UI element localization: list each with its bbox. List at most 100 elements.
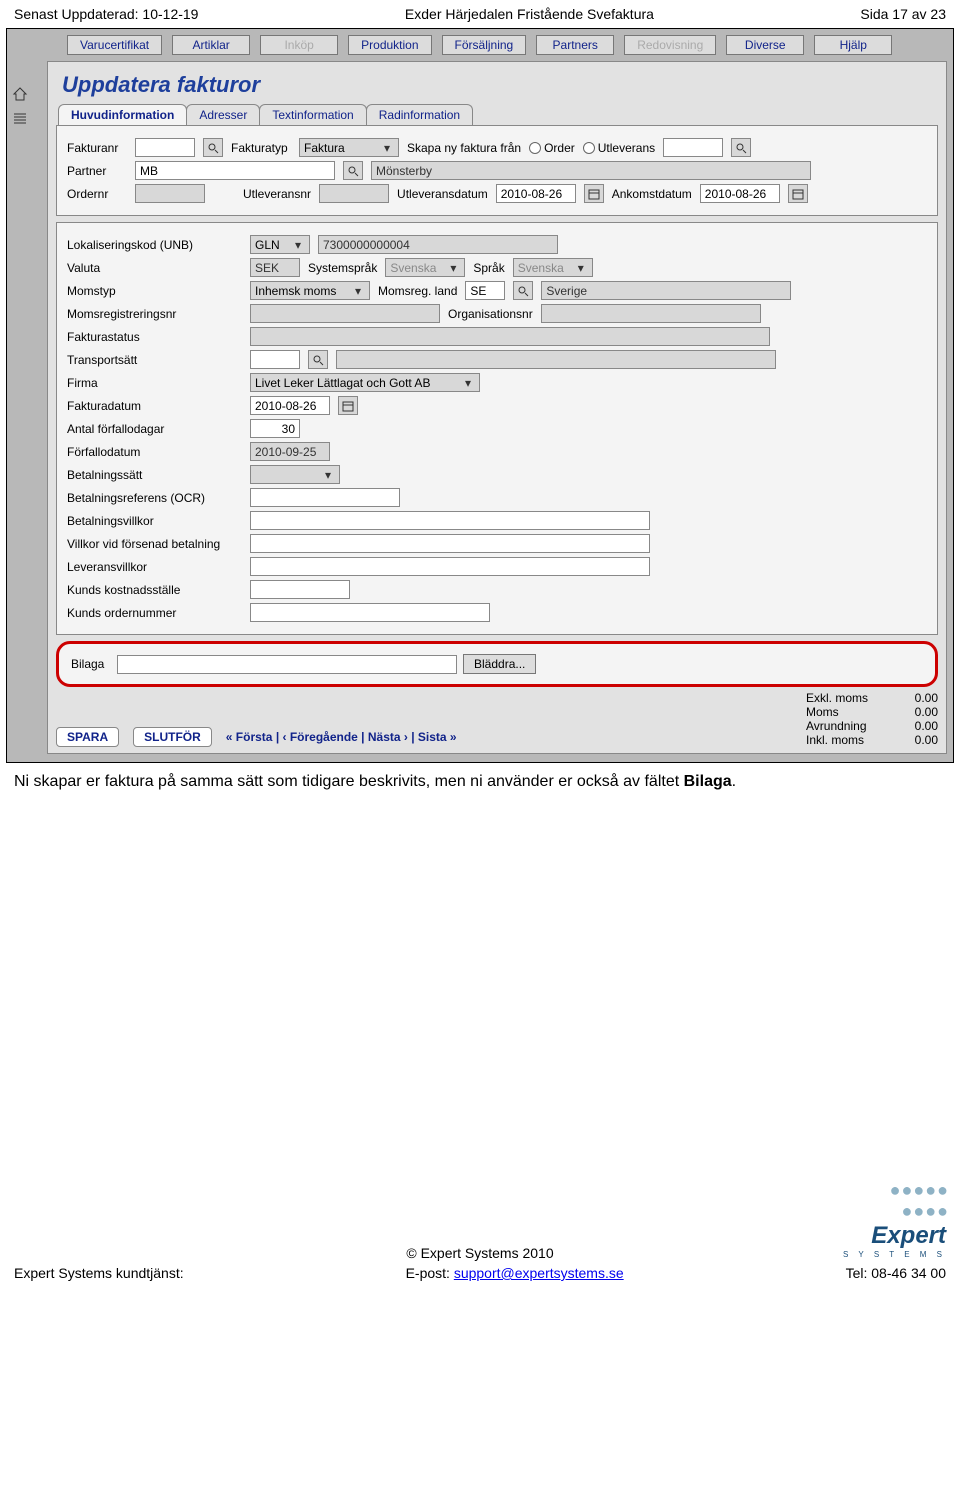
- partner-label: Partner: [67, 164, 127, 178]
- calendar-icon[interactable]: [788, 184, 808, 203]
- momsreg-land-input[interactable]: [465, 281, 505, 300]
- expert-logo: ● ● ● ● ● ● ● ● ● Expert S Y S T E M S: [843, 1180, 946, 1259]
- fakturadatum-label: Fakturadatum: [67, 399, 242, 413]
- spr-label: Språk: [473, 261, 504, 275]
- tab-adresser[interactable]: Adresser: [186, 104, 260, 125]
- betvill-input[interactable]: [250, 511, 650, 530]
- sysspr-label: Systemspråk: [308, 261, 377, 275]
- menu-hjalp[interactable]: Hjälp: [814, 35, 892, 55]
- content-area: Uppdatera fakturor Huvudinformation Adre…: [47, 61, 947, 754]
- exkl-value: 0.00: [902, 691, 938, 705]
- menu-redovisning: Redovisning: [624, 35, 716, 55]
- bilaga-panel: Bilaga Bläddra...: [56, 641, 938, 687]
- utleveransdatum-input[interactable]: [496, 184, 576, 203]
- radio-order[interactable]: Order: [529, 141, 575, 155]
- utleveransnr-label: Utleveransnr: [243, 187, 311, 201]
- ny-fran-input[interactable]: [663, 138, 723, 157]
- footer-mid: E-post: support@expertsystems.se: [406, 1265, 624, 1281]
- ocr-label: Betalningsreferens (OCR): [67, 491, 242, 505]
- forsenad-input[interactable]: [250, 534, 650, 553]
- partner-input[interactable]: [135, 161, 335, 180]
- momsreg-land-label: Momsreg. land: [378, 284, 457, 298]
- spara-button[interactable]: SPARA: [56, 727, 119, 747]
- slutfor-button[interactable]: SLUTFÖR: [133, 727, 212, 747]
- moms-label: Moms: [806, 705, 894, 719]
- copyright: © Expert Systems 2010: [14, 1245, 946, 1261]
- sidebar-icons: [12, 86, 28, 130]
- ordernr-label: Ordernr: [67, 187, 127, 201]
- antal-label: Antal förfallodagar: [67, 422, 242, 436]
- calendar-icon[interactable]: [584, 184, 604, 203]
- momsreg-land-name: [541, 281, 791, 300]
- tab-textinformation[interactable]: Textinformation: [259, 104, 366, 125]
- antal-input[interactable]: [250, 419, 300, 438]
- ankomstdatum-input[interactable]: [700, 184, 780, 203]
- partner-name-display: [371, 161, 811, 180]
- doc-header: Senast Uppdaterad: 10-12-19 Exder Härjed…: [0, 0, 960, 28]
- doc-footer: ● ● ● ● ● ● ● ● ● Expert S Y S T E M S ©…: [0, 1245, 960, 1291]
- support-email-link[interactable]: support@expertsystems.se: [454, 1265, 624, 1281]
- tab-strip: Huvudinformation Adresser Textinformatio…: [48, 104, 946, 125]
- menu-diverse[interactable]: Diverse: [726, 35, 804, 55]
- search-icon[interactable]: [513, 281, 533, 300]
- firma-label: Firma: [67, 376, 242, 390]
- tab-radinformation[interactable]: Radinformation: [366, 104, 473, 125]
- browse-button[interactable]: Bläddra...: [463, 654, 536, 674]
- status-input: [250, 327, 770, 346]
- bottom-bar: SPARA SLUTFÖR « Första | ‹ Föregående | …: [56, 691, 938, 747]
- search-icon[interactable]: [203, 138, 223, 157]
- avr-value: 0.00: [902, 719, 938, 733]
- momsregnr-label: Momsregistreringsnr: [67, 307, 242, 321]
- calendar-icon[interactable]: [338, 396, 358, 415]
- search-icon[interactable]: [343, 161, 363, 180]
- bilaga-input[interactable]: [117, 655, 457, 674]
- firma-select[interactable]: Livet Leker Lättlagat och Gott AB▾: [250, 373, 480, 392]
- forfall-input: [250, 442, 330, 461]
- home-icon[interactable]: [12, 86, 28, 105]
- bilaga-label: Bilaga: [71, 657, 111, 671]
- list-icon[interactable]: [12, 111, 28, 130]
- fakturanr-label: Fakturanr: [67, 141, 127, 155]
- pager[interactable]: « Första | ‹ Föregående | Nästa › | Sist…: [226, 730, 457, 744]
- ocr-input[interactable]: [250, 488, 400, 507]
- moms-value: 0.00: [902, 705, 938, 719]
- footer-right: Tel: 08-46 34 00: [846, 1265, 946, 1281]
- betsatt-select[interactable]: ▾: [250, 465, 340, 484]
- search-icon[interactable]: [308, 350, 328, 369]
- momstyp-select[interactable]: Inhemsk moms▾: [250, 281, 370, 300]
- tab-huvudinformation[interactable]: Huvudinformation: [58, 104, 187, 125]
- radio-utleverans[interactable]: Utleverans: [583, 141, 655, 155]
- search-icon[interactable]: [731, 138, 751, 157]
- kost-input[interactable]: [250, 580, 350, 599]
- menu-artiklar[interactable]: Artiklar: [172, 35, 250, 55]
- kundorder-input[interactable]: [250, 603, 490, 622]
- updated-label: Senast Uppdaterad: 10-12-19: [14, 6, 198, 22]
- menu-varucertifikat[interactable]: Varucertifikat: [67, 35, 162, 55]
- menu-forsaljning[interactable]: Försäljning: [442, 35, 527, 55]
- fakturanr-input[interactable]: [135, 138, 195, 157]
- kost-label: Kunds kostnadsställe: [67, 583, 242, 597]
- app-shell: Varucertifikat Artiklar Inköp Produktion…: [6, 28, 954, 763]
- forsenad-label: Villkor vid försenad betalning: [67, 537, 242, 551]
- orgnr-input: [541, 304, 761, 323]
- ankomstdatum-label: Ankomstdatum: [612, 187, 692, 201]
- inkl-label: Inkl. moms: [806, 733, 894, 747]
- fakturatyp-select[interactable]: Faktura▾: [299, 138, 399, 157]
- transport-input[interactable]: [250, 350, 300, 369]
- transport-name: [336, 350, 776, 369]
- menubar: Varucertifikat Artiklar Inköp Produktion…: [7, 31, 953, 61]
- footer-left: Expert Systems kundtjänst:: [14, 1265, 184, 1281]
- menu-produktion[interactable]: Produktion: [348, 35, 431, 55]
- main-panel: Lokaliseringskod (UNB) GLN▾ Valuta Syste…: [56, 222, 938, 635]
- spr-select: Svenska▾: [513, 258, 593, 277]
- levvill-input[interactable]: [250, 557, 650, 576]
- menu-partners[interactable]: Partners: [536, 35, 614, 55]
- doc-title: Exder Härjedalen Fristående Svefaktura: [405, 6, 654, 22]
- lok-label: Lokaliseringskod (UNB): [67, 238, 242, 252]
- totals: Exkl. moms0.00 Moms0.00 Avrundning0.00 I…: [806, 691, 938, 747]
- inkl-value: 0.00: [902, 733, 938, 747]
- fakturadatum-input[interactable]: [250, 396, 330, 415]
- orgnr-label: Organisationsnr: [448, 307, 533, 321]
- lok-type-select[interactable]: GLN▾: [250, 235, 310, 254]
- momsregnr-input: [250, 304, 440, 323]
